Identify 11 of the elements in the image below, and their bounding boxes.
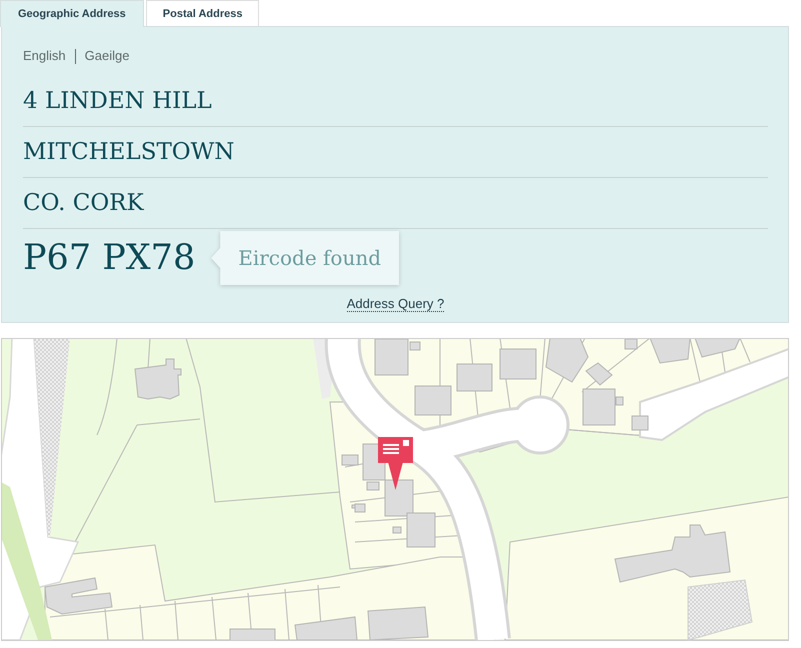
address-line: CO. CORK	[23, 189, 144, 217]
address-query-link[interactable]: Address Query ?	[346, 296, 444, 312]
address-line: MITCHELSTOWN	[23, 138, 234, 166]
eircode-text: P67 PX78	[23, 237, 196, 279]
location-pin-icon	[378, 437, 413, 490]
status-tooltip: Eircode found	[211, 231, 400, 285]
tab[interactable]: Geographic Address	[0, 0, 144, 27]
address-line: 4 LINDEN HILL	[23, 87, 212, 115]
language-link[interactable]: Gaeilge	[84, 48, 130, 64]
language-link[interactable]: English	[23, 48, 66, 64]
tab[interactable]: Postal Address	[146, 0, 260, 26]
